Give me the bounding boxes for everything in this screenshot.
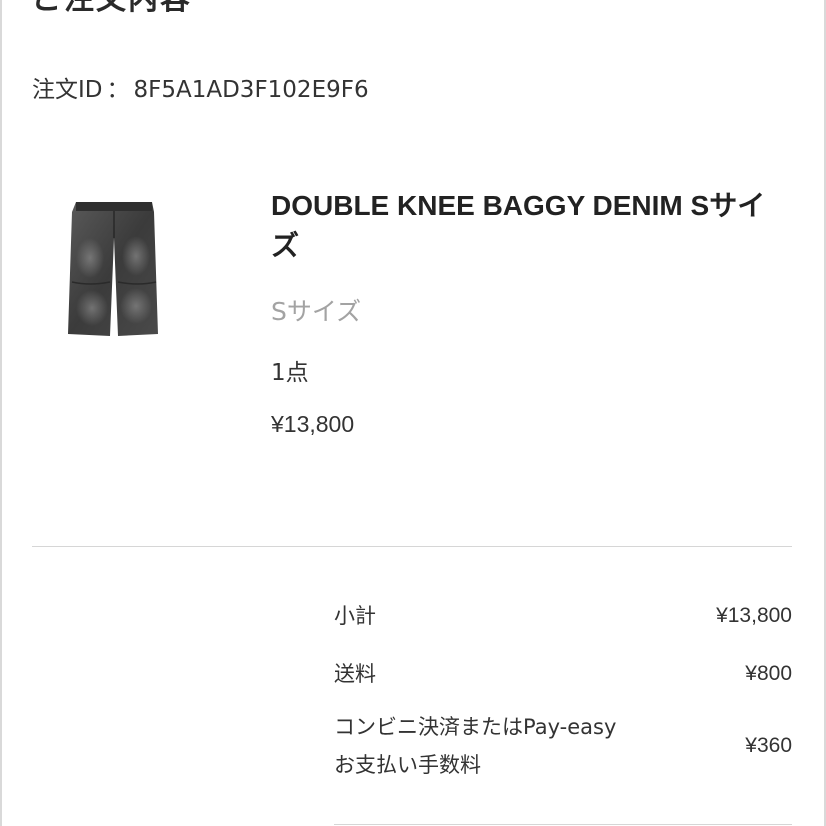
denim-pants-icon [68, 202, 158, 336]
order-id-separator: ： [106, 77, 130, 103]
order-summary: 小計 ¥13,800 送料 ¥800 コンビニ決済またはPay-easy お支払… [334, 596, 792, 784]
summary-row-shipping: 送料 ¥800 [334, 654, 792, 694]
order-id-value: 8F5A1AD3F102E9F6 [133, 77, 369, 103]
shipping-label: 送料 [334, 662, 376, 686]
payment-fee-label-line2: お支払い手数料 [334, 753, 481, 777]
shipping-value: ¥800 [745, 662, 792, 685]
product-variant: Sサイズ [271, 297, 362, 326]
summary-row-payment-fee: コンビニ決済またはPay-easy お支払い手数料 ¥360 [334, 708, 792, 784]
divider-bottom [334, 824, 792, 825]
payment-fee-value: ¥360 [745, 734, 792, 757]
subtotal-label: 小計 [334, 604, 376, 628]
summary-row-subtotal: 小計 ¥13,800 [334, 596, 792, 636]
product-name[interactable]: DOUBLE KNEE BAGGY DENIM Sサイズ [271, 186, 791, 266]
product-image[interactable] [62, 198, 166, 340]
product-quantity: 1点 [271, 360, 309, 386]
subtotal-value: ¥13,800 [716, 604, 792, 627]
left-border [0, 0, 2, 826]
order-id-label: 注文ID [32, 77, 103, 103]
payment-fee-label: コンビニ決済またはPay-easy お支払い手数料 [334, 708, 616, 784]
section-title: ご注文内容 [32, 0, 192, 18]
order-id-line: 注文ID： 8F5A1AD3F102E9F6 [32, 70, 369, 104]
product-price: ¥13,800 [271, 411, 355, 437]
divider [32, 546, 792, 547]
payment-fee-label-line1: コンビニ決済またはPay-easy [334, 715, 617, 739]
